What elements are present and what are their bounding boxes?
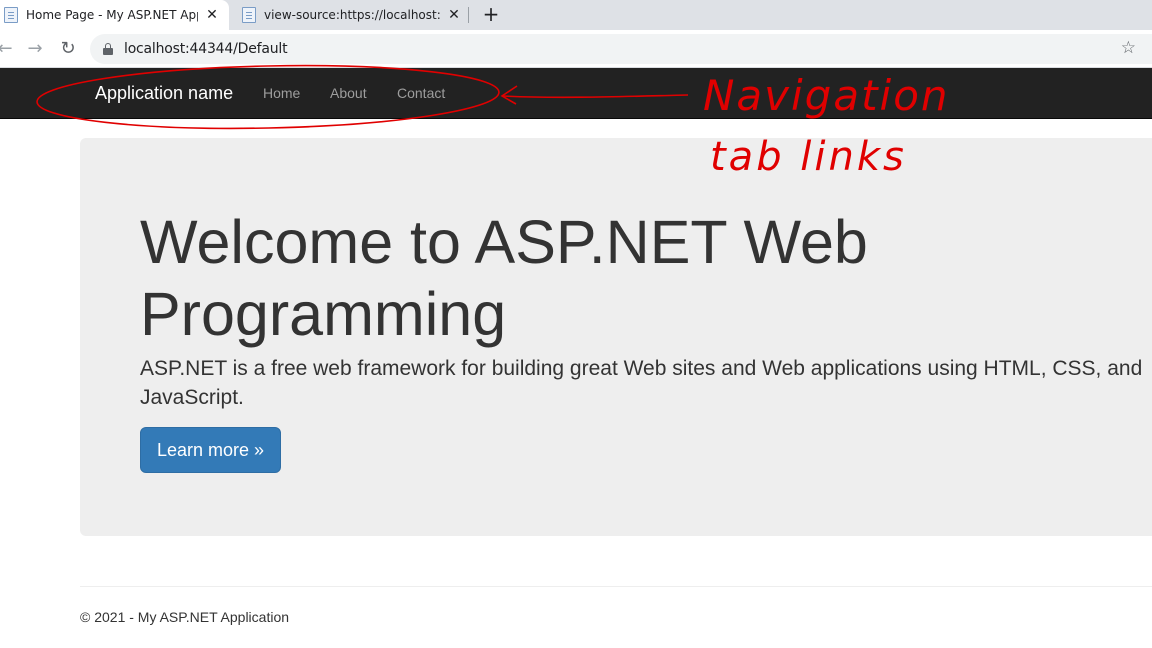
reload-icon[interactable]: ↻ (57, 38, 79, 60)
tab-title: Home Page - My ASP.NET Applic (26, 8, 198, 22)
nav-link-about[interactable]: About (330, 85, 367, 101)
tab-title: view-source:https://localhost:443 (264, 8, 440, 22)
new-tab-icon[interactable]: + (481, 4, 501, 24)
back-arrow-icon[interactable]: ← (0, 38, 16, 60)
browser-tab-strip: Home Page - My ASP.NET Applic ✕ view-sou… (0, 0, 1152, 30)
navbar-brand[interactable]: Application name (95, 83, 233, 104)
browser-tab-home-page[interactable]: Home Page - My ASP.NET Applic ✕ (0, 0, 229, 30)
browser-toolbar: ← → ↻ localhost:44344/Default ☆ (0, 30, 1152, 68)
address-bar[interactable]: localhost:44344/Default ☆ (90, 34, 1152, 64)
page-favicon-icon (242, 7, 256, 23)
footer-divider (80, 586, 1152, 587)
lock-icon[interactable] (103, 43, 113, 55)
jumbotron: Welcome to ASP.NET Web Programming ASP.N… (80, 138, 1152, 536)
address-url[interactable]: localhost:44344/Default (124, 41, 288, 57)
nav-link-contact[interactable]: Contact (397, 85, 445, 101)
page-title: Welcome to ASP.NET Web Programming (140, 208, 868, 348)
site-navbar: Application name Home About Contact (0, 68, 1152, 119)
tab-separator (468, 7, 469, 23)
footer-copyright: © 2021 - My ASP.NET Application (80, 609, 290, 625)
close-tab-icon[interactable]: ✕ (204, 7, 220, 23)
forward-arrow-icon[interactable]: → (24, 38, 46, 60)
learn-more-button[interactable]: Learn more » (140, 427, 281, 473)
nav-link-home[interactable]: Home (263, 85, 300, 101)
page-favicon-icon (4, 7, 18, 23)
browser-tab-view-source[interactable]: view-source:https://localhost:443 ✕ (232, 0, 466, 30)
close-tab-icon[interactable]: ✕ (446, 7, 462, 23)
lead-paragraph: ASP.NET is a free web framework for buil… (140, 357, 1143, 409)
bookmark-star-icon[interactable]: ☆ (1121, 38, 1136, 58)
